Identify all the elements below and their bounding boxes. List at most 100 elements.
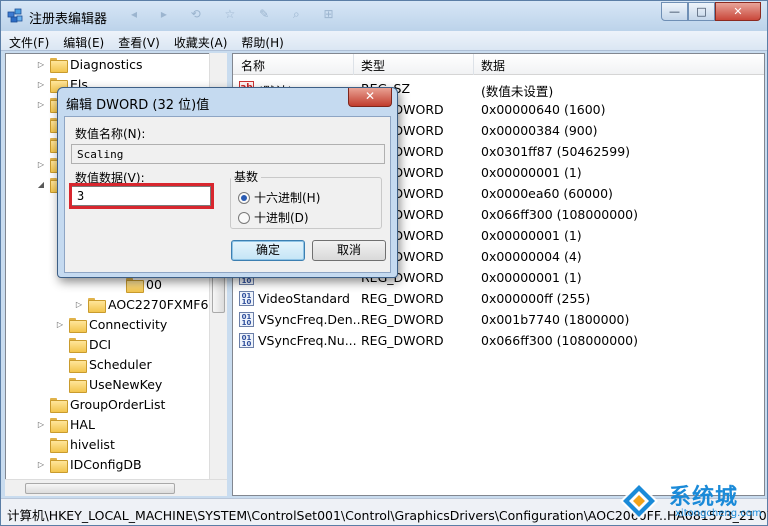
value-data: 0x000000ff (255) (481, 291, 591, 306)
folder-icon (50, 437, 68, 453)
value-data: 0x0301ff87 (50462599) (481, 144, 631, 159)
close-button[interactable]: ✕ (715, 2, 761, 21)
tree-item-label: UseNewKey (89, 376, 163, 392)
title-bar[interactable]: 注册表编辑器 ◂ ▸ ⟲ ☆ ✎ ⌕ ⊞ — □ ✕ (1, 1, 767, 31)
expand-arrow-icon[interactable]: ▷ (36, 60, 46, 69)
expand-arrow-icon[interactable]: ▷ (36, 160, 46, 169)
column-divider[interactable] (473, 54, 474, 75)
expand-arrow-icon[interactable]: ◢ (36, 180, 46, 189)
dword-value-icon: 0110 (239, 333, 254, 348)
ok-button[interactable]: 确定 (231, 240, 305, 261)
folder-icon (50, 417, 68, 433)
hex-radio-option[interactable]: 十六进制(H) (238, 189, 320, 206)
minimize-button[interactable]: — (661, 2, 688, 21)
folder-icon (69, 357, 87, 373)
tree-item[interactable]: Scheduler (55, 354, 152, 374)
tree-item[interactable]: ▷ Connectivity (55, 314, 167, 334)
folder-icon (88, 297, 106, 313)
expand-arrow-icon[interactable]: ▷ (55, 320, 65, 329)
tree-item-label: hivelist (70, 436, 115, 452)
table-row[interactable]: 01 10 VSyncFreq.Den... REG_DWORD 0x001b77… (233, 309, 764, 330)
column-header-data[interactable]: 数据 (481, 57, 505, 74)
dialog-title: 编辑 DWORD (32 位)值 (66, 98, 210, 113)
expand-arrow-icon[interactable]: ▷ (36, 100, 46, 109)
value-data: 0x066ff300 (108000000) (481, 333, 638, 348)
expand-arrow-icon[interactable]: ▷ (36, 80, 46, 89)
tree-item[interactable]: GroupOrderList (36, 394, 165, 414)
dec-radio-option[interactable]: 十进制(D) (238, 209, 309, 226)
expand-arrow-icon[interactable]: ▷ (36, 460, 46, 469)
tree-item[interactable]: ▷ IDConfigDB (36, 454, 142, 474)
value-name: VideoStandard (258, 291, 350, 306)
value-data: 0x00000001 (1) (481, 270, 582, 285)
tree-item[interactable]: ▷ AOC2270FXMF6H (74, 294, 218, 314)
registry-editor-window: 注册表编辑器 ◂ ▸ ⟲ ☆ ✎ ⌕ ⊞ — □ ✕ 文件(F) 编辑(E) 查… (0, 0, 768, 526)
column-header-name[interactable]: 名称 (241, 57, 265, 74)
hex-radio-label: 十六进制(H) (254, 191, 321, 205)
table-row[interactable]: 01 10 VideoStandard REG_DWORD 0x000000ff … (233, 288, 764, 309)
value-data: 0x066ff300 (108000000) (481, 207, 638, 222)
maximize-button[interactable]: □ (688, 2, 715, 21)
menu-edit[interactable]: 编辑(E) (55, 31, 110, 50)
tree-item-label: 00 (146, 276, 162, 292)
value-data: (数值未设置) (481, 84, 554, 99)
tree-item[interactable]: DCI (55, 334, 111, 354)
watermark-logo: 系统城 xitongcheng.com (615, 479, 767, 525)
ghost-toolbar: ◂ ▸ ⟲ ☆ ✎ ⌕ ⊞ (131, 7, 344, 21)
list-header: 名称 类型 数据 (233, 54, 764, 75)
tree-item[interactable]: ▷ Diagnostics (36, 54, 143, 74)
menu-file[interactable]: 文件(F) (1, 31, 55, 50)
folder-icon (69, 377, 87, 393)
highlight-box (69, 183, 214, 209)
value-data: 0x00000384 (900) (481, 123, 598, 138)
tree-item-label: DCI (89, 336, 112, 352)
expand-arrow-icon[interactable]: ▷ (74, 300, 84, 309)
value-name: VSyncFreq.Nu... (258, 333, 357, 348)
folder-icon (69, 337, 87, 353)
expand-arrow-icon[interactable]: ▷ (36, 420, 46, 429)
value-type: REG_DWORD (361, 291, 444, 306)
tree-horizontal-scrollbar[interactable] (5, 479, 227, 496)
dec-radio-label: 十进制(D) (254, 211, 309, 225)
tree-item[interactable]: ▷ HAL (36, 414, 95, 434)
cancel-button[interactable]: 取消 (312, 240, 386, 261)
menu-view[interactable]: 查看(V) (110, 31, 166, 50)
tree-item-label: IDConfigDB (70, 456, 142, 472)
edit-dword-dialog: 编辑 DWORD (32 位)值 ✕ 数值名称(N): Scaling 数值数据… (57, 87, 398, 278)
dialog-body: 数值名称(N): Scaling 数值数据(V): 3 基数 十六进制(H) 十… (64, 116, 391, 273)
value-type: REG_DWORD (361, 333, 444, 348)
watermark-title: 系统城 (669, 485, 739, 510)
value-data: 0x00000001 (1) (481, 165, 582, 180)
caption-buttons: — □ ✕ (661, 2, 761, 21)
scroll-thumb[interactable] (25, 483, 175, 494)
menu-favorites[interactable]: 收藏夹(A) (166, 31, 234, 50)
folder-icon (50, 57, 68, 73)
dialog-close-button[interactable]: ✕ (348, 88, 392, 107)
column-header-type[interactable]: 类型 (361, 57, 385, 74)
value-data: 0x001b7740 (1800000) (481, 312, 630, 327)
dword-value-icon: 0110 (239, 291, 254, 306)
tree-item-label: AOC2270FXMF6H (108, 296, 218, 312)
dword-value-icon: 0110 (239, 312, 254, 327)
folder-icon (50, 397, 68, 413)
folder-icon (69, 317, 87, 333)
tree-item[interactable]: hivelist (36, 434, 115, 454)
value-name: VSyncFreq.Den... (258, 312, 365, 327)
registry-app-icon (7, 8, 23, 23)
tree-item-label: Scheduler (89, 356, 152, 372)
tree-item[interactable]: UseNewKey (55, 374, 162, 394)
tree-item-label: Connectivity (89, 316, 168, 332)
menu-help[interactable]: 帮助(H) (233, 31, 289, 50)
window-title: 注册表编辑器 (29, 12, 108, 27)
column-divider[interactable] (353, 54, 354, 75)
base-label: 基数 (231, 168, 262, 185)
watermark-url: xitongcheng.com (675, 508, 762, 519)
radio-unselected-icon[interactable] (238, 211, 250, 224)
logo-diamond-icon (620, 482, 658, 520)
menu-bar: 文件(F) 编辑(E) 查看(V) 收藏夹(A) 帮助(H) (1, 31, 767, 51)
radio-selected-icon[interactable] (238, 191, 250, 204)
value-name-label: 数值名称(N): (75, 127, 146, 141)
value-data: 0x00000001 (1) (481, 228, 582, 243)
tree-item-label: GroupOrderList (70, 396, 166, 412)
table-row[interactable]: 01 10 VSyncFreq.Nu... REG_DWORD 0x066ff30… (233, 330, 764, 351)
